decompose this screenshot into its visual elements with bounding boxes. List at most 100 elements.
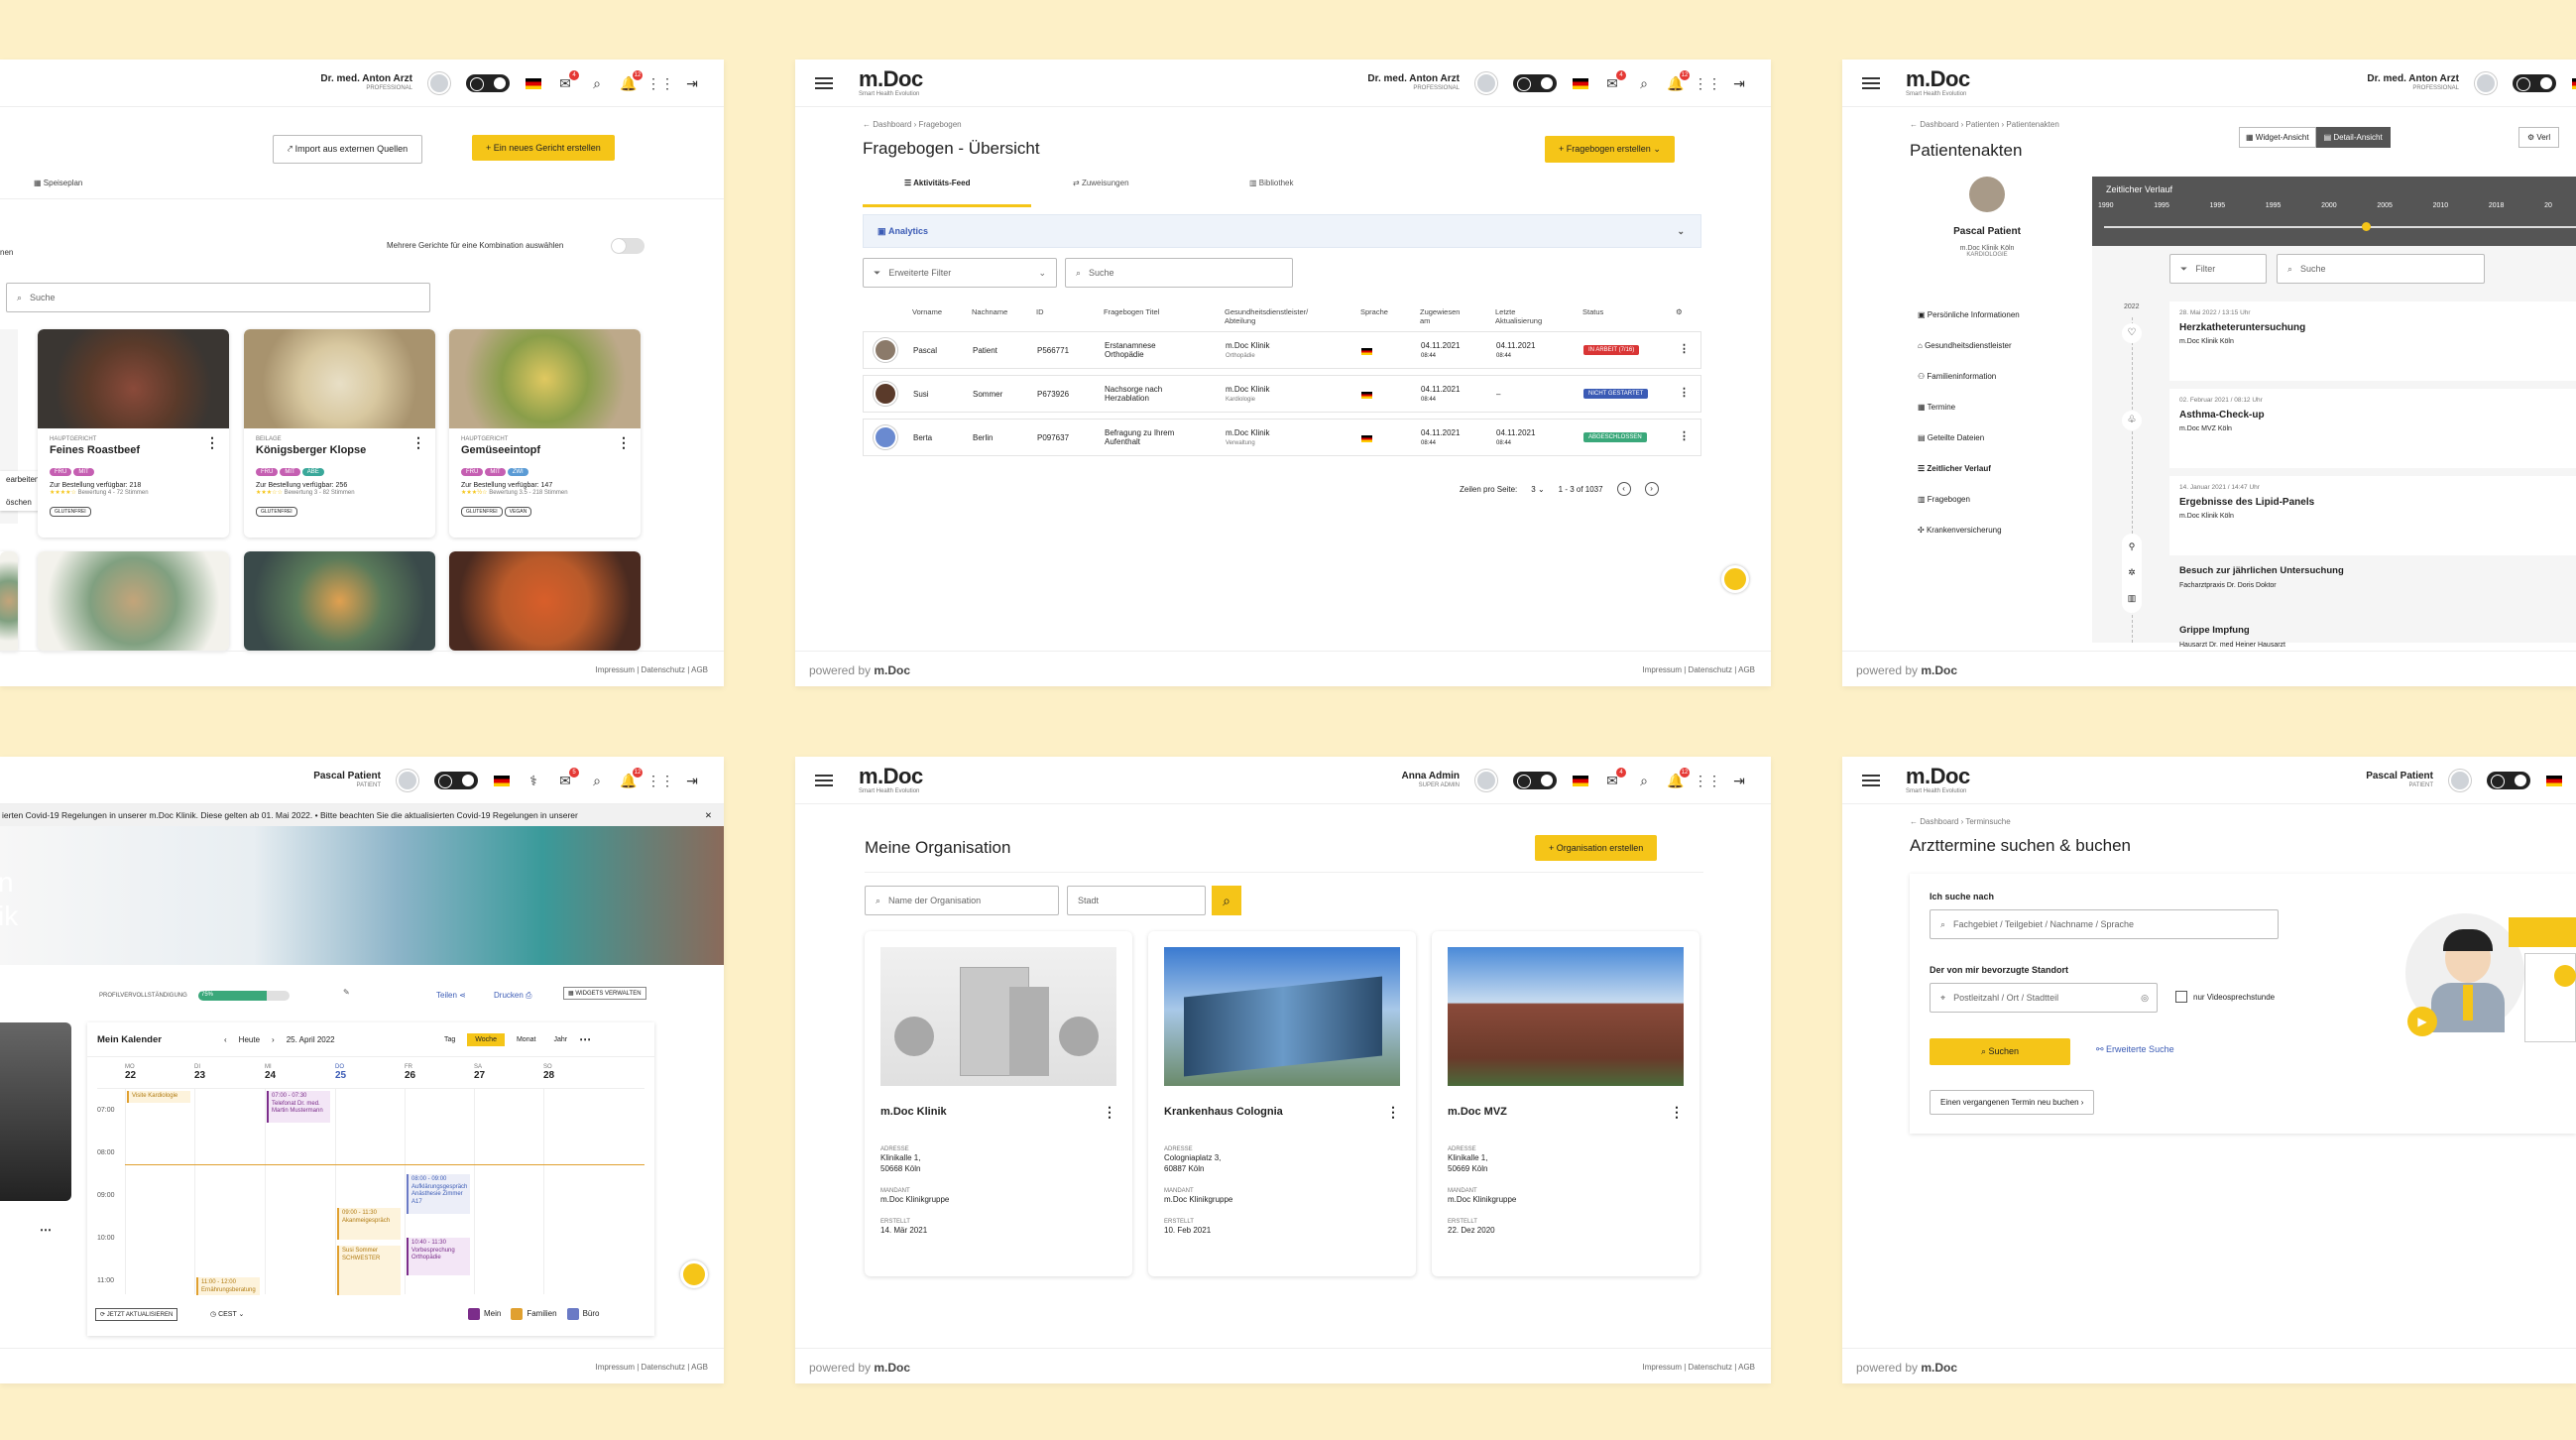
menu-icon[interactable]	[815, 774, 833, 786]
widget-view-button[interactable]: ▦ Widget-Ansicht	[2239, 127, 2316, 148]
language-flag[interactable]	[1573, 77, 1588, 89]
day-column[interactable]	[265, 1089, 266, 1294]
legend-family[interactable]: Familien	[511, 1308, 557, 1320]
user-info[interactable]: Dr. med. Anton Arzt PROFESSIONAL	[2367, 73, 2459, 92]
history-button[interactable]: ⚙ Verl	[2518, 127, 2560, 148]
apps-grid-icon[interactable]: ⋮⋮	[646, 773, 674, 788]
menu-delete[interactable]: öschen	[6, 498, 39, 507]
logout-icon[interactable]: ⇥	[1731, 75, 1747, 91]
dish-card[interactable]	[449, 551, 641, 651]
language-flag[interactable]	[526, 77, 541, 89]
play-icon[interactable]: ▶	[2407, 1007, 2437, 1036]
crumb-patients[interactable]: Patienten	[1965, 120, 1999, 129]
view-day[interactable]: Tag	[438, 1033, 461, 1046]
dish-card[interactable]: BEILAGE Königsberger Klopse FRÜ MIT ABE Zu…	[244, 329, 435, 538]
widget-card[interactable]	[0, 1022, 71, 1201]
rows-per-page-select[interactable]: 3 ⌄	[1531, 485, 1544, 494]
bell-icon[interactable]: 🔔 12	[1667, 768, 1690, 788]
tab-speiseplan[interactable]: ▦ Speiseplan	[34, 179, 82, 187]
calendar-event[interactable]: 10:40 - 11:30 Vorbesprechung Orthopädie	[407, 1238, 470, 1275]
chat-assistant-icon[interactable]	[1721, 565, 1749, 593]
prev-page-icon[interactable]: ‹	[1616, 482, 1631, 496]
timeline-event-card[interactable]: Besuch zur jährlichen Untersuchung Facha…	[2169, 559, 2576, 609]
day-column[interactable]	[543, 1089, 544, 1294]
more-icon[interactable]: ⋯	[579, 1032, 591, 1046]
crumb-dashboard[interactable]: Dashboard	[1920, 120, 1958, 129]
import-button[interactable]: ⤤ Import aus externen Quellen	[273, 135, 423, 164]
organisation-card[interactable]: m.Doc MVZ ⋮ ADRESSE Klinikalle 1, 50669 K…	[1432, 931, 1699, 1276]
dish-card[interactable]	[0, 551, 18, 651]
search-button[interactable]: ⌕	[1212, 886, 1241, 915]
day-column[interactable]	[474, 1089, 475, 1294]
language-flag[interactable]	[494, 775, 510, 786]
search-input[interactable]: ⌕ Suche	[1065, 258, 1293, 288]
new-dish-button[interactable]: + Ein neues Gericht erstellen	[472, 135, 615, 161]
advanced-search-link[interactable]: ⚯ Erweiterte Suche	[2096, 1044, 2174, 1055]
apps-grid-icon[interactable]: ⋮⋮	[1694, 773, 1721, 788]
theme-toggle[interactable]	[2513, 74, 2556, 92]
tab-activity-feed[interactable]: ☰ Aktivitäts-Feed	[904, 179, 970, 187]
calendar-event[interactable]: 11:00 - 12:00 Ernährungsberatung	[196, 1277, 260, 1295]
avatar[interactable]	[2475, 72, 2497, 94]
footer-links[interactable]: Impressum | Datenschutz | AGB	[1642, 665, 1755, 674]
location-input[interactable]: ⌖ Postleitzahl / Ort / Stadtteil ◎	[1930, 983, 2158, 1013]
gps-icon[interactable]: ◎	[2141, 993, 2149, 1004]
user-info[interactable]: Dr. med. Anton Arzt PROFESSIONAL	[320, 73, 412, 92]
theme-toggle[interactable]	[434, 772, 478, 789]
share-link[interactable]: Teilen ⋖	[436, 991, 466, 1000]
timeline-event-card[interactable]: 28. Mai 2022 / 13:15 Uhr Herzkatheterunt…	[2169, 301, 2576, 381]
menu-item-family[interactable]: ⚇ Familieninformation	[1918, 361, 2020, 392]
timezone-select[interactable]: ◷ CEST ⌄	[210, 1310, 244, 1318]
menu-edit[interactable]: earbeiten	[6, 475, 39, 484]
table-row[interactable]: Pascal Patient P566771 Erstanamnese Orth…	[863, 331, 1701, 369]
more-icon[interactable]: ⋮	[1103, 1104, 1116, 1121]
avatar[interactable]	[428, 72, 450, 94]
search-input[interactable]: ⌕ Suche	[6, 283, 430, 312]
more-icon[interactable]: ⋯	[40, 1223, 52, 1237]
more-icon[interactable]: ⋮	[1679, 342, 1690, 355]
menu-icon[interactable]	[1862, 774, 1880, 786]
col-header[interactable]: Fragebogen Titel	[1104, 307, 1159, 316]
col-header[interactable]: Zugewiesen am	[1420, 307, 1460, 325]
more-icon[interactable]: ⋮	[1386, 1104, 1400, 1121]
settings-gear-icon[interactable]: ⚙	[1676, 307, 1683, 316]
day-column[interactable]	[194, 1089, 195, 1294]
theme-toggle[interactable]	[1513, 74, 1557, 92]
logo[interactable]: m.Doc Smart Health Evolution	[1906, 766, 1970, 795]
col-header[interactable]: Status	[1582, 307, 1603, 316]
dish-card[interactable]: HAUPTGERICHT Feines Roastbeef FRÜ MIT Zur…	[38, 329, 229, 538]
next-icon[interactable]: ›	[272, 1035, 275, 1044]
more-icon[interactable]: ⋮	[1679, 429, 1690, 442]
timeline-handle[interactable]	[2362, 222, 2371, 231]
logout-icon[interactable]: ⇥	[684, 75, 700, 91]
organisation-card[interactable]: m.Doc Klinik ⋮ ADRESSE Klinikalle 1, 5066…	[865, 931, 1132, 1276]
print-link[interactable]: Drucken ⎙	[494, 991, 531, 1001]
messages-icon[interactable]: ✉ 4	[1604, 768, 1626, 788]
more-icon[interactable]: ⋮	[205, 434, 219, 451]
avatar[interactable]	[1475, 72, 1497, 94]
more-icon[interactable]: ⋮	[1679, 386, 1690, 399]
footer-links[interactable]: Impressum | Datenschutz | AGB	[595, 1363, 708, 1372]
timeline-event-card[interactable]: 02. Februar 2021 / 08:12 Uhr Asthma-Chec…	[2169, 389, 2576, 468]
theme-toggle[interactable]	[466, 74, 510, 92]
detail-view-button[interactable]: ▤ Detail-Ansicht	[2315, 127, 2391, 148]
footer-links[interactable]: Impressum | Datenschutz | AGB	[1642, 1363, 1755, 1372]
search-icon[interactable]: ⌕	[1636, 773, 1652, 788]
day-column[interactable]	[335, 1089, 336, 1294]
filter-input[interactable]: ⏷ Filter	[2169, 254, 2267, 284]
menu-item-files[interactable]: ▤ Geteilte Dateien	[1918, 422, 2020, 453]
menu-item-insurance[interactable]: ✣ Krankenversicherung	[1918, 515, 2020, 545]
col-header[interactable]: Sprache	[1360, 307, 1388, 316]
bell-icon[interactable]: 🔔 12	[1667, 70, 1690, 91]
view-week[interactable]: Woche	[467, 1032, 505, 1046]
today-button[interactable]: Heute	[239, 1035, 260, 1044]
menu-item-timeline[interactable]: ☰ Zeitlicher Verlauf	[1918, 453, 2020, 484]
chat-assistant-icon[interactable]	[680, 1260, 708, 1288]
tab-library[interactable]: ▥ Bibliothek	[1249, 179, 1293, 187]
theme-toggle[interactable]	[2487, 772, 2530, 789]
search-button[interactable]: ⌕ Suchen	[1930, 1038, 2070, 1065]
back-arrow-icon[interactable]: ←	[1910, 817, 1920, 826]
footer-links[interactable]: Impressum | Datenschutz | AGB	[595, 665, 708, 674]
close-icon[interactable]: ✕	[698, 804, 712, 826]
timeline-event-card[interactable]: 14. Januar 2021 / 14:47 Uhr Ergebnisse d…	[2169, 476, 2576, 555]
